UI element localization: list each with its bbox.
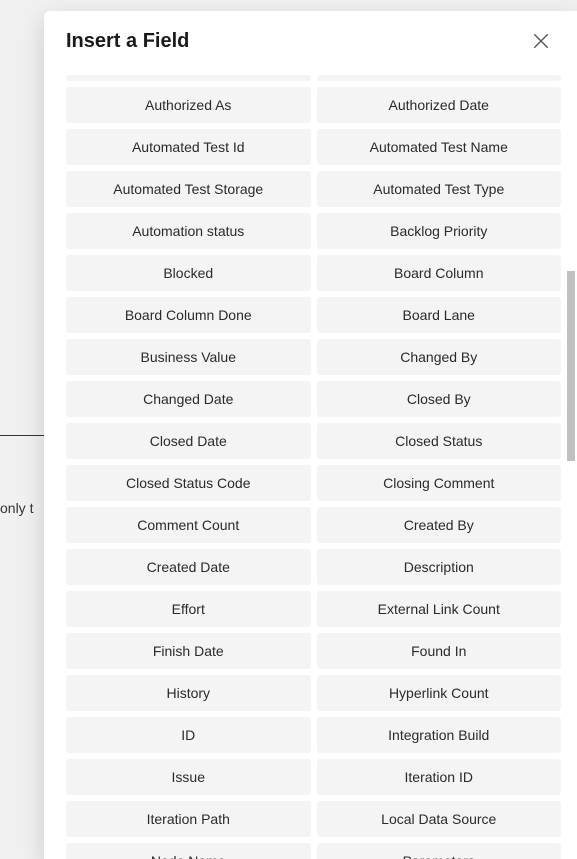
field-item[interactable]: External Link Count — [317, 591, 562, 627]
field-item[interactable]: Closed Status — [317, 423, 562, 459]
field-item[interactable]: Changed By — [317, 339, 562, 375]
field-item-label: Automation status — [132, 223, 244, 239]
field-item[interactable]: Closed By — [317, 381, 562, 417]
field-item-label: Iteration Path — [147, 811, 230, 827]
field-item[interactable]: Issue — [66, 759, 311, 795]
background-divider — [0, 435, 50, 436]
field-item[interactable]: Hyperlink Count — [317, 675, 562, 711]
field-item-label: Closed Status — [395, 433, 482, 449]
field-item[interactable]: History — [66, 675, 311, 711]
field-item-label: Automated Test Type — [373, 181, 504, 197]
field-item[interactable]: Board Lane — [317, 297, 562, 333]
field-item-label: Issue — [172, 769, 205, 785]
field-item-label: Changed By — [400, 349, 477, 365]
close-button[interactable] — [527, 27, 555, 55]
close-icon — [532, 32, 550, 50]
field-item-label: Board Column — [394, 265, 484, 281]
field-item[interactable]: Created Date — [66, 549, 311, 585]
field-item-label: Changed Date — [143, 391, 233, 407]
modal-title: Insert a Field — [66, 30, 189, 53]
field-item[interactable]: Blocked — [66, 255, 311, 291]
background-text-fragment: only t — [0, 500, 33, 516]
field-item[interactable]: Authorized Date — [317, 87, 562, 123]
field-item-label: Automated Test Id — [132, 139, 245, 155]
field-item-label: Created By — [404, 517, 474, 533]
field-item-partial[interactable] — [66, 75, 311, 81]
field-item-label: External Link Count — [378, 601, 500, 617]
field-item-partial[interactable] — [317, 75, 562, 81]
field-item-label: Blocked — [163, 265, 213, 281]
field-item-label: Node Name — [151, 853, 226, 859]
field-item-label: Effort — [172, 601, 205, 617]
insert-field-modal: Insert a Field Authorized As Authorized D… — [44, 11, 577, 859]
field-item-label: Comment Count — [137, 517, 239, 533]
field-item-label: Closed Status Code — [126, 475, 251, 491]
field-item[interactable]: Description — [317, 549, 562, 585]
field-item-label: Board Lane — [403, 307, 475, 323]
field-item[interactable]: Changed Date — [66, 381, 311, 417]
field-item-label: Closed Date — [150, 433, 227, 449]
field-item-label: ID — [181, 727, 195, 743]
field-item-label: Authorized As — [145, 97, 231, 113]
field-item[interactable]: Effort — [66, 591, 311, 627]
scrollbar-thumb[interactable] — [567, 271, 575, 461]
field-item-label: Integration Build — [388, 727, 489, 743]
field-item-label: Local Data Source — [381, 811, 496, 827]
field-item[interactable]: Board Column — [317, 255, 562, 291]
field-item[interactable]: Closing Comment — [317, 465, 562, 501]
field-item[interactable]: Created By — [317, 507, 562, 543]
field-item[interactable]: Node Name — [66, 843, 311, 859]
field-grid: Authorized As Authorized Date Automated Te… — [66, 75, 561, 859]
field-item[interactable]: Automated Test Storage — [66, 171, 311, 207]
field-item[interactable]: Finish Date — [66, 633, 311, 669]
field-item-label: Business Value — [141, 349, 236, 365]
field-item[interactable]: Automated Test Name — [317, 129, 562, 165]
field-item[interactable]: Integration Build — [317, 717, 562, 753]
modal-header: Insert a Field — [44, 11, 577, 75]
field-item-label: History — [166, 685, 210, 701]
field-item[interactable]: Backlog Priority — [317, 213, 562, 249]
field-item-label: Iteration ID — [405, 769, 473, 785]
modal-body[interactable]: Authorized As Authorized Date Automated Te… — [44, 75, 577, 859]
field-item-label: Found In — [411, 643, 466, 659]
field-item[interactable]: Automated Test Id — [66, 129, 311, 165]
field-item[interactable]: Iteration Path — [66, 801, 311, 837]
field-item[interactable]: Closed Status Code — [66, 465, 311, 501]
field-item-label: Closing Comment — [383, 475, 494, 491]
field-item[interactable]: ID — [66, 717, 311, 753]
field-item-label: Automated Test Storage — [113, 181, 263, 197]
field-item[interactable]: Parameters — [317, 843, 562, 859]
field-item-label: Board Column Done — [125, 307, 252, 323]
field-item-label: Automated Test Name — [370, 139, 508, 155]
field-item[interactable]: Closed Date — [66, 423, 311, 459]
field-item-label: Backlog Priority — [390, 223, 487, 239]
field-item[interactable]: Authorized As — [66, 87, 311, 123]
field-item-label: Hyperlink Count — [389, 685, 489, 701]
field-item-label: Parameters — [403, 853, 475, 859]
field-item-label: Description — [404, 559, 474, 575]
field-item[interactable]: Automated Test Type — [317, 171, 562, 207]
field-item-label: Created Date — [147, 559, 230, 575]
field-item[interactable]: Local Data Source — [317, 801, 562, 837]
field-item[interactable]: Business Value — [66, 339, 311, 375]
field-item-label: Authorized Date — [389, 97, 489, 113]
field-item[interactable]: Board Column Done — [66, 297, 311, 333]
field-item-label: Finish Date — [153, 643, 224, 659]
field-item[interactable]: Iteration ID — [317, 759, 562, 795]
field-item[interactable]: Comment Count — [66, 507, 311, 543]
field-item[interactable]: Automation status — [66, 213, 311, 249]
field-item[interactable]: Found In — [317, 633, 562, 669]
field-item-label: Closed By — [407, 391, 471, 407]
